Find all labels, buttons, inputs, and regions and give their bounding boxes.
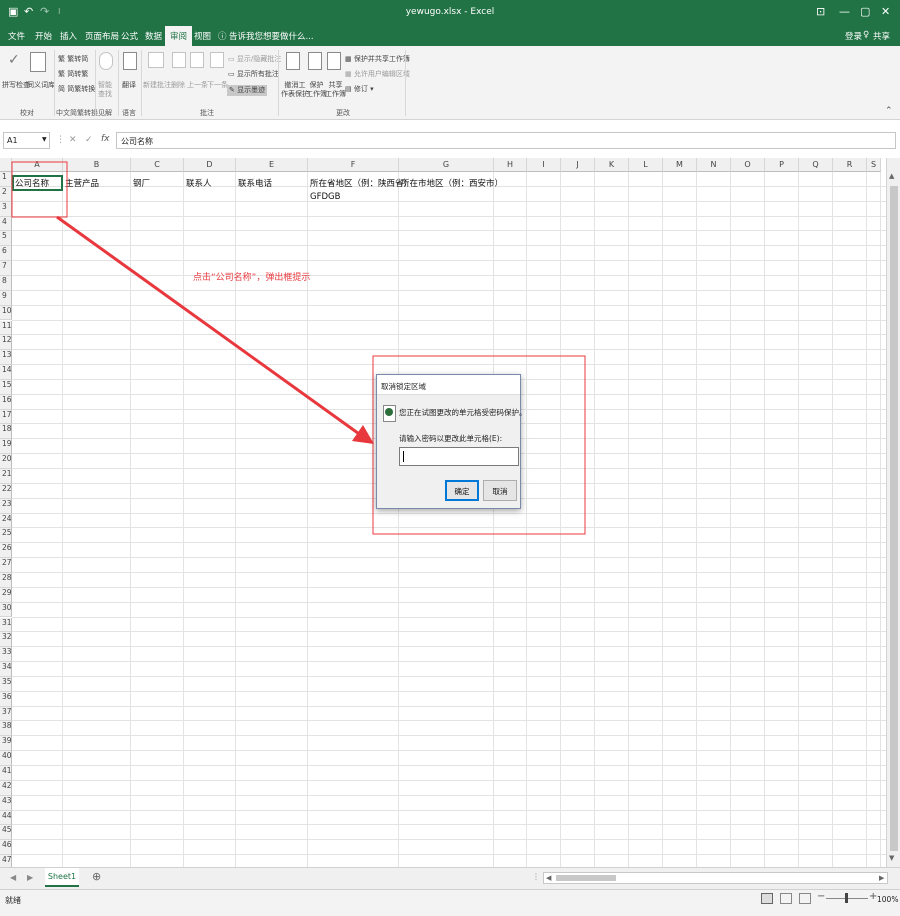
dialog-title: 取消锁定区域 bbox=[381, 382, 426, 391]
annotation-text: 点击“公司名称”，弹出框提示 bbox=[193, 273, 311, 283]
unlock-range-dialog[interactable]: 取消锁定区域 您正在试图更改的单元格受密码保护。 请输入密码以更改此单元格(E)… bbox=[376, 374, 527, 509]
dialog-title-bar: 取消锁定区域 bbox=[377, 375, 520, 395]
status-ready: 就绪 bbox=[5, 896, 21, 905]
cancel-button[interactable]: 取消 bbox=[483, 480, 517, 501]
annotation-arrow-line bbox=[56, 215, 363, 438]
page-break-view-icon[interactable] bbox=[799, 893, 811, 904]
lock-badge-icon bbox=[385, 408, 393, 416]
scroll-sheets-right-icon[interactable]: ▶ bbox=[27, 873, 33, 882]
scroll-left-icon[interactable]: ◀ bbox=[546, 874, 551, 882]
page-layout-view-icon[interactable] bbox=[780, 893, 792, 904]
zoom-slider-thumb[interactable] bbox=[845, 893, 848, 903]
dialog-message: 您正在试图更改的单元格受密码保护。 bbox=[399, 408, 527, 417]
sheet-tab-bar: ◀ ▶ Sheet1 ⊕ ⋮ ◀ ▶ bbox=[0, 867, 900, 889]
zoom-out-icon[interactable]: − bbox=[817, 891, 825, 902]
add-sheet-icon[interactable]: ⊕ bbox=[92, 870, 101, 883]
horizontal-scroll-thumb[interactable] bbox=[556, 875, 616, 881]
text-cursor bbox=[403, 451, 404, 462]
annotation-box-a1 bbox=[11, 161, 68, 218]
status-bar: 就绪 − + 100% bbox=[0, 889, 900, 916]
horizontal-scrollbar[interactable]: ◀ ▶ bbox=[543, 872, 888, 884]
password-input[interactable] bbox=[399, 447, 519, 466]
ok-button[interactable]: 确定 bbox=[445, 480, 479, 501]
document-lock-icon bbox=[383, 405, 396, 422]
sheet-tab-sheet1[interactable]: Sheet1 bbox=[45, 868, 79, 887]
zoom-level[interactable]: 100% bbox=[877, 895, 898, 904]
password-prompt-label: 请输入密码以更改此单元格(E): bbox=[399, 434, 503, 443]
normal-view-icon[interactable] bbox=[761, 893, 773, 904]
scroll-right-icon[interactable]: ▶ bbox=[879, 874, 884, 882]
annotation-arrow-head bbox=[352, 425, 374, 444]
split-handle-icon[interactable]: ⋮ bbox=[532, 872, 540, 881]
scroll-sheets-left-icon[interactable]: ◀ bbox=[10, 873, 16, 882]
